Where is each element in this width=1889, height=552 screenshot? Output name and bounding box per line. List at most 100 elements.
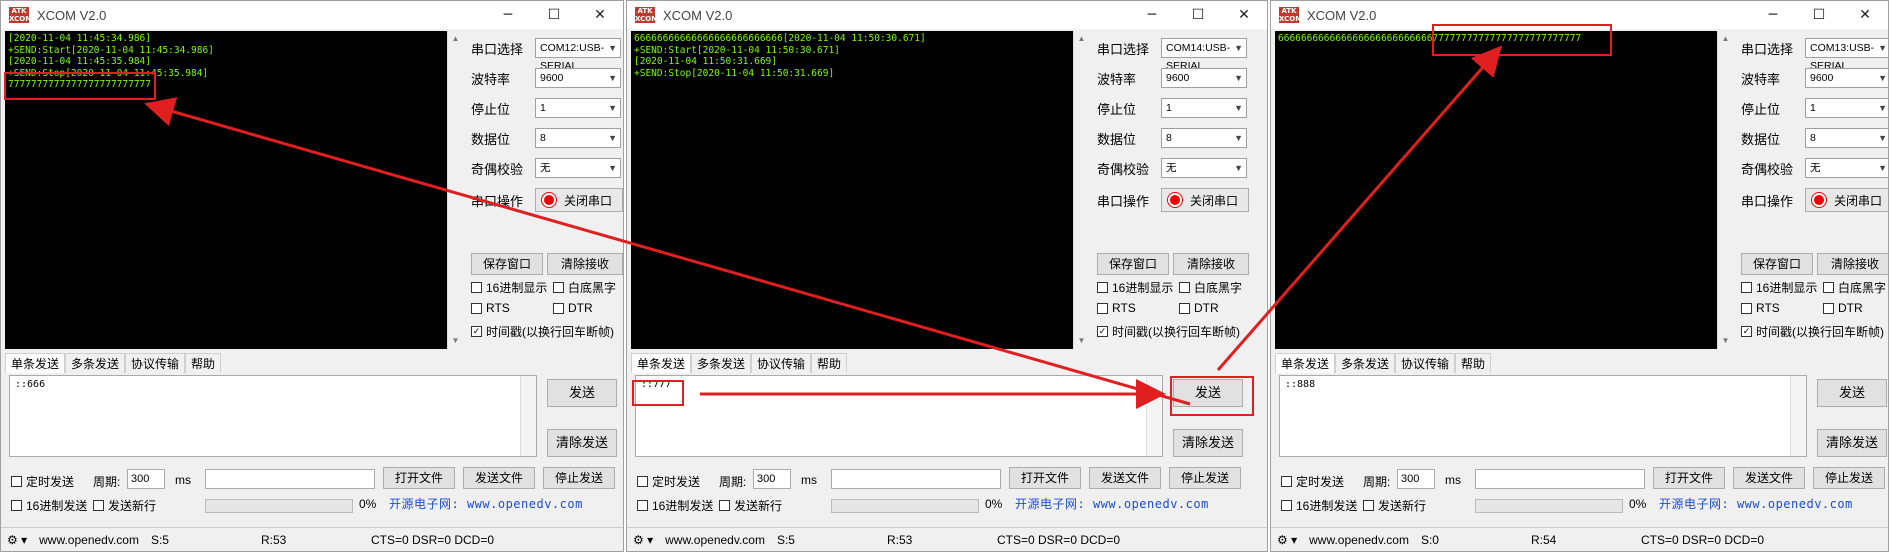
scroll-down-icon[interactable]: ▼ bbox=[1718, 333, 1733, 349]
send-scrollbar[interactable] bbox=[520, 376, 536, 456]
status-url[interactable]: www.openedv.com bbox=[1303, 533, 1415, 547]
send-file-button[interactable]: 发送文件 bbox=[463, 467, 535, 489]
rts-checkbox[interactable]: RTS bbox=[471, 301, 510, 315]
stop-send-button[interactable]: 停止发送 bbox=[543, 467, 615, 489]
minimize-icon[interactable]: ─ bbox=[485, 1, 531, 29]
timestamp-checkbox[interactable]: ✓ 时间戳(以换行回车断帧) bbox=[1741, 323, 1884, 340]
clear-send-button[interactable]: 清除发送 bbox=[1817, 429, 1887, 457]
port-select[interactable]: COM14:USB-SERIAL ▼ bbox=[1161, 38, 1247, 72]
send-scrollbar[interactable] bbox=[1146, 376, 1162, 456]
file-path-input[interactable] bbox=[1475, 469, 1645, 489]
receive-terminal[interactable]: 66666666666666666666666666[2020-11-04 11… bbox=[631, 31, 1073, 349]
hex-send-checkbox[interactable]: 16进制发送 bbox=[637, 497, 713, 514]
close-port-button[interactable]: 关闭串口 bbox=[535, 188, 623, 212]
timed-send-checkbox[interactable]: 定时发送 bbox=[11, 473, 74, 490]
scroll-up-icon[interactable]: ▲ bbox=[1718, 31, 1733, 47]
stop-send-button[interactable]: 停止发送 bbox=[1169, 467, 1241, 489]
white-bg-checkbox[interactable]: 白底黑字 bbox=[553, 279, 616, 296]
tab-3[interactable]: 帮助 bbox=[185, 353, 222, 373]
parity-select[interactable]: 无 ▼ bbox=[1805, 158, 1888, 178]
close-port-button[interactable]: 关闭串口 bbox=[1161, 188, 1249, 212]
send-newline-checkbox[interactable]: 发送新行 bbox=[719, 497, 782, 514]
databit-select[interactable]: 8 ▼ bbox=[1161, 128, 1247, 148]
open-file-button[interactable]: 打开文件 bbox=[383, 467, 455, 489]
send-newline-checkbox[interactable]: 发送新行 bbox=[93, 497, 156, 514]
tab-1[interactable]: 多条发送 bbox=[691, 353, 752, 373]
stop-send-button[interactable]: 停止发送 bbox=[1813, 467, 1885, 489]
timestamp-checkbox[interactable]: ✓ 时间戳(以换行回车断帧) bbox=[1097, 323, 1240, 340]
open-file-button[interactable]: 打开文件 bbox=[1009, 467, 1081, 489]
file-path-input[interactable] bbox=[831, 469, 1001, 489]
site-link[interactable]: 开源电子网: www.openedv.com bbox=[389, 495, 583, 512]
dtr-checkbox[interactable]: DTR bbox=[1179, 301, 1219, 315]
parity-select[interactable]: 无 ▼ bbox=[535, 158, 621, 178]
timed-send-checkbox[interactable]: 定时发送 bbox=[1281, 473, 1344, 490]
maximize-icon[interactable]: ☐ bbox=[1175, 1, 1221, 29]
tab-2[interactable]: 协议传输 bbox=[1395, 353, 1456, 373]
receive-terminal[interactable]: 6666666666666666666666666667777777777777… bbox=[1275, 31, 1717, 349]
clear-receive-button[interactable]: 清除接收 bbox=[1173, 253, 1249, 275]
tab-1[interactable]: 多条发送 bbox=[65, 353, 126, 373]
minimize-icon[interactable]: ─ bbox=[1129, 1, 1175, 29]
settings-icon[interactable]: ⚙ ▾ bbox=[1271, 533, 1303, 547]
send-file-button[interactable]: 发送文件 bbox=[1733, 467, 1805, 489]
save-window-button[interactable]: 保存窗口 bbox=[471, 253, 543, 275]
close-icon[interactable]: ✕ bbox=[1221, 1, 1267, 29]
clear-receive-button[interactable]: 清除接收 bbox=[547, 253, 623, 275]
send-file-button[interactable]: 发送文件 bbox=[1089, 467, 1161, 489]
open-file-button[interactable]: 打开文件 bbox=[1653, 467, 1725, 489]
send-button[interactable]: 发送 bbox=[1817, 379, 1887, 407]
port-select[interactable]: COM13:USB-SERIAL ▼ bbox=[1805, 38, 1888, 72]
timestamp-checkbox[interactable]: ✓ 时间戳(以换行回车断帧) bbox=[471, 323, 614, 340]
period-input[interactable]: 300 bbox=[127, 469, 165, 489]
baud-select[interactable]: 9600 ▼ bbox=[1161, 68, 1247, 88]
tab-3[interactable]: 帮助 bbox=[1455, 353, 1492, 373]
terminal-scrollbar[interactable]: ▲ ▼ bbox=[1717, 31, 1733, 349]
tab-0[interactable]: 单条发送 bbox=[1275, 353, 1336, 373]
baud-select[interactable]: 9600 ▼ bbox=[535, 68, 621, 88]
stopbit-select[interactable]: 1 ▼ bbox=[1805, 98, 1888, 118]
close-port-button[interactable]: 关闭串口 bbox=[1805, 188, 1888, 212]
tab-0[interactable]: 单条发送 bbox=[5, 353, 66, 373]
tab-0[interactable]: 单条发送 bbox=[631, 353, 692, 373]
terminal-scrollbar[interactable]: ▲ ▼ bbox=[447, 31, 463, 349]
clear-send-button[interactable]: 清除发送 bbox=[1173, 429, 1243, 457]
databit-select[interactable]: 8 ▼ bbox=[535, 128, 621, 148]
port-select[interactable]: COM12:USB-SERIAL ▼ bbox=[535, 38, 621, 72]
hex-send-checkbox[interactable]: 16进制发送 bbox=[1281, 497, 1357, 514]
databit-select[interactable]: 8 ▼ bbox=[1805, 128, 1888, 148]
baud-select[interactable]: 9600 ▼ bbox=[1805, 68, 1888, 88]
send-scrollbar[interactable] bbox=[1790, 376, 1806, 456]
white-bg-checkbox[interactable]: 白底黑字 bbox=[1823, 279, 1886, 296]
send-button[interactable]: 发送 bbox=[547, 379, 617, 407]
stopbit-select[interactable]: 1 ▼ bbox=[535, 98, 621, 118]
close-icon[interactable]: ✕ bbox=[577, 1, 623, 29]
save-window-button[interactable]: 保存窗口 bbox=[1097, 253, 1169, 275]
clear-send-button[interactable]: 清除发送 bbox=[547, 429, 617, 457]
clear-receive-button[interactable]: 清除接收 bbox=[1817, 253, 1888, 275]
scroll-up-icon[interactable]: ▲ bbox=[448, 31, 463, 47]
hex-display-checkbox[interactable]: 16进制显示 bbox=[1097, 279, 1173, 296]
timed-send-checkbox[interactable]: 定时发送 bbox=[637, 473, 700, 490]
parity-select[interactable]: 无 ▼ bbox=[1161, 158, 1247, 178]
tab-2[interactable]: 协议传输 bbox=[751, 353, 812, 373]
tab-2[interactable]: 协议传输 bbox=[125, 353, 186, 373]
close-icon[interactable]: ✕ bbox=[1842, 1, 1888, 29]
site-link[interactable]: 开源电子网: www.openedv.com bbox=[1659, 495, 1853, 512]
scroll-up-icon[interactable]: ▲ bbox=[1074, 31, 1089, 47]
terminal-scrollbar[interactable]: ▲ ▼ bbox=[1073, 31, 1089, 349]
site-link[interactable]: 开源电子网: www.openedv.com bbox=[1015, 495, 1209, 512]
maximize-icon[interactable]: ☐ bbox=[531, 1, 577, 29]
tab-1[interactable]: 多条发送 bbox=[1335, 353, 1396, 373]
period-input[interactable]: 300 bbox=[1397, 469, 1435, 489]
settings-icon[interactable]: ⚙ ▾ bbox=[1, 533, 33, 547]
rts-checkbox[interactable]: RTS bbox=[1097, 301, 1136, 315]
scroll-down-icon[interactable]: ▼ bbox=[1074, 333, 1089, 349]
send-input[interactable]: ::666 bbox=[9, 375, 537, 457]
rts-checkbox[interactable]: RTS bbox=[1741, 301, 1780, 315]
settings-icon[interactable]: ⚙ ▾ bbox=[627, 533, 659, 547]
send-input[interactable]: ::888 bbox=[1279, 375, 1807, 457]
white-bg-checkbox[interactable]: 白底黑字 bbox=[1179, 279, 1242, 296]
send-newline-checkbox[interactable]: 发送新行 bbox=[1363, 497, 1426, 514]
hex-display-checkbox[interactable]: 16进制显示 bbox=[1741, 279, 1817, 296]
